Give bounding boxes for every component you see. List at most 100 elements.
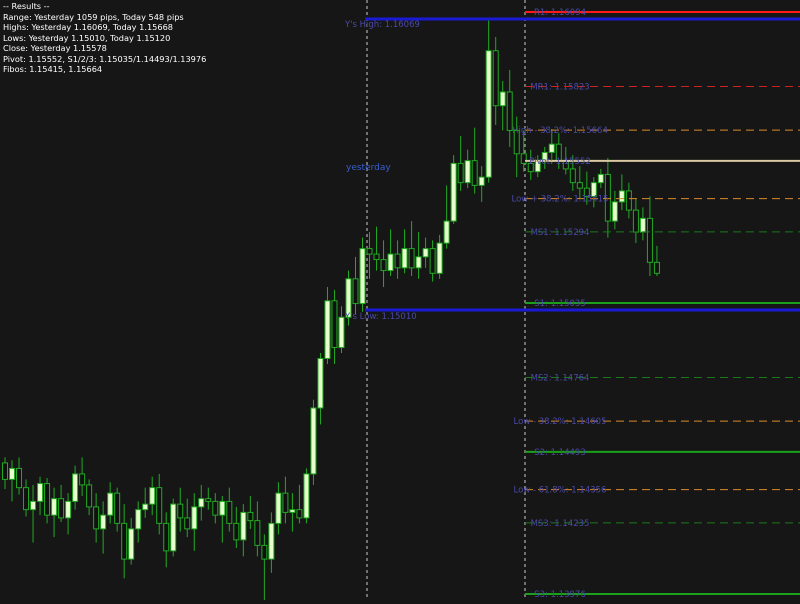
candle-body [569,168,576,184]
candle [653,245,660,277]
candle-body [184,517,191,530]
candle-body [632,209,639,233]
candle [100,501,107,554]
candle [387,229,394,277]
candle [58,484,65,523]
candle [23,479,30,517]
candle-body [303,473,310,519]
candle [436,234,443,279]
candle-body [548,143,555,153]
candle [618,174,625,211]
candle-body [296,509,303,519]
candle-body [352,278,359,305]
candle [310,399,317,485]
level-label: MS2: 1.14764 [531,373,590,383]
candle-body [212,500,219,516]
yesterday-label: yesterday [346,163,391,173]
candle-body [457,162,464,184]
candle [275,482,282,535]
level-label: Low + 38.2%: 1.15415 [512,195,609,205]
candle [366,232,373,279]
candle-body [114,492,121,524]
candle [611,190,618,230]
candle-body [219,500,226,516]
candle [450,155,457,224]
candle-body [394,253,401,269]
results-panel: -- Results -- Range: Yesterday 1059 pips… [3,1,206,75]
candle [86,479,93,516]
candle-body [156,487,163,524]
candle [135,501,142,543]
candle-body [408,248,415,269]
candle [597,168,604,189]
candle [625,182,632,219]
candle [156,473,163,535]
candle-body [233,522,240,541]
candle [177,487,184,532]
candle [331,289,338,365]
candle-body [443,220,450,244]
candle-body [86,484,93,508]
candle [121,504,128,579]
candle [51,487,58,538]
candle-body [149,487,156,505]
candle [114,487,121,532]
candle-body [499,91,506,107]
candle [79,457,86,496]
candle [107,482,114,524]
candle [485,18,492,183]
candle [163,512,170,568]
candle [338,306,345,354]
candle [443,185,450,249]
candle [72,465,79,510]
candle-body [23,487,30,511]
level-label: Low - 61.8%: 1.14356 [514,486,607,496]
candle-body [331,300,338,349]
candle-body [142,503,149,511]
candle-body [359,248,366,305]
candle [184,498,191,538]
level-label: S1: 1.15035 [534,299,586,309]
candle-body [191,506,198,530]
candle-body [198,498,205,508]
candle-body [177,503,184,519]
results-header: -- Results -- [3,1,50,11]
candle-body [436,242,443,274]
candle [16,457,23,495]
candle [30,484,37,543]
candle-body [261,544,268,560]
candle [639,207,646,241]
candle-body [450,162,457,222]
candle [191,493,198,551]
results-fibos: Fibos: 1.15415, 1.15664 [3,64,103,74]
candle-body [373,253,380,261]
chart-canvas[interactable]: R1: 1.16094 MR1: 1.15823 High - 38.2%: 1.1… [0,0,800,604]
results-lows: Lows: Yesterday 1.15010, Today 1.15120 [3,32,171,43]
candle-body [254,520,261,546]
pivot-levels: R1: 1.16094 MR1: 1.15823 High - 38.2%: 1.1… [512,8,800,600]
candle-body [597,173,604,184]
candle-body [401,248,408,269]
yesterday-low-label: Y's Low: 1.15010 [344,312,417,322]
candle-body [478,176,485,186]
price-chart[interactable]: R1: 1.16094 MR1: 1.15823 High - 38.2%: 1.1… [0,0,800,604]
level-label: Low - 38.2%: 1.14605 [514,417,607,427]
candle-body [30,500,37,511]
candle [240,504,247,557]
candle-body [492,50,499,107]
yesterday-high-label: Y's High: 1.16069 [344,20,420,30]
candle [261,534,268,604]
candle-body [205,498,212,502]
candle [296,484,303,524]
candle [359,237,366,312]
candle [282,476,289,524]
candle [219,495,226,543]
level-label: R1: 1.16094 [534,8,586,18]
candle [646,196,653,277]
candle-body [324,300,331,360]
candle-body [576,182,583,189]
candle [65,493,72,535]
candle-body [366,248,373,255]
candle-body [135,509,142,530]
candle [128,517,135,565]
